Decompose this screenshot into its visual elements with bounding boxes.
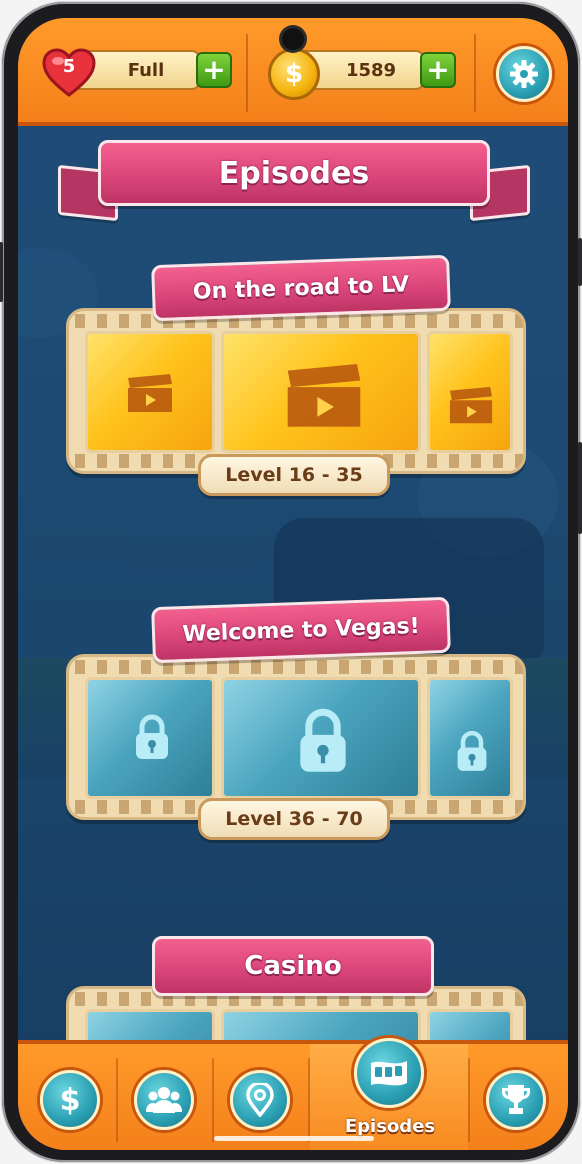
episode-title: Welcome to Vegas! (151, 596, 451, 664)
power-button (578, 442, 582, 534)
page-title: Episodes (98, 140, 490, 206)
clapperboard-icon (287, 364, 361, 427)
divider (246, 34, 248, 112)
volume-button (0, 242, 3, 302)
lock-icon (136, 714, 168, 759)
add-lives-button[interactable]: + (196, 52, 232, 88)
trophy-icon (502, 1085, 530, 1114)
level-range: Level 16 - 35 (198, 454, 390, 496)
map-button[interactable] (230, 1070, 290, 1130)
episodes-button[interactable] (354, 1038, 424, 1108)
leaderboard-button[interactable] (486, 1070, 546, 1130)
episodes-film-icon (371, 1061, 407, 1086)
friends-icon (146, 1087, 182, 1113)
film-strip (66, 308, 526, 474)
film-frame (221, 331, 421, 453)
front-camera (282, 28, 304, 50)
lives-count: 5 (62, 56, 76, 77)
episode-title: On the road to LV (151, 254, 451, 322)
level-range: Level 36 - 70 (198, 798, 390, 840)
film-perforations (69, 660, 523, 674)
film-frame (85, 331, 215, 453)
divider (468, 1058, 470, 1142)
episode-title: Casino (152, 936, 434, 996)
add-coins-button[interactable]: + (420, 52, 456, 88)
shop-button[interactable]: $ (40, 1070, 100, 1130)
clapperboard-icon (449, 386, 493, 424)
divider (308, 1058, 310, 1142)
volume-up-button (578, 238, 582, 286)
game-screen: Full 5 + 1589 $ + Episodes On the road t… (18, 18, 568, 1150)
lock-icon (457, 730, 487, 771)
map-pin-icon (246, 1083, 274, 1117)
film-frame (427, 677, 513, 799)
phone-frame: Full 5 + 1589 $ + Episodes On the road t… (0, 2, 582, 1162)
film-frame (221, 677, 421, 799)
home-indicator[interactable] (214, 1136, 374, 1141)
bottom-nav: $ Episodes (18, 1038, 568, 1150)
lives-status: Full (127, 59, 165, 81)
divider (116, 1058, 118, 1142)
gear-icon (510, 60, 538, 88)
film-frame (85, 677, 215, 799)
lock-icon (300, 708, 346, 772)
divider (212, 1058, 214, 1142)
clapperboard-icon (128, 374, 172, 412)
friends-button[interactable] (134, 1070, 194, 1130)
coin-count: 1589 (345, 59, 397, 81)
coin-icon: $ (268, 48, 320, 100)
film-frame (427, 331, 513, 453)
settings-button[interactable] (496, 46, 552, 102)
episodes-nav-label: Episodes (344, 1116, 436, 1137)
dollar-icon: $ (59, 1082, 81, 1118)
film-strip (66, 654, 526, 820)
divider (474, 34, 476, 112)
